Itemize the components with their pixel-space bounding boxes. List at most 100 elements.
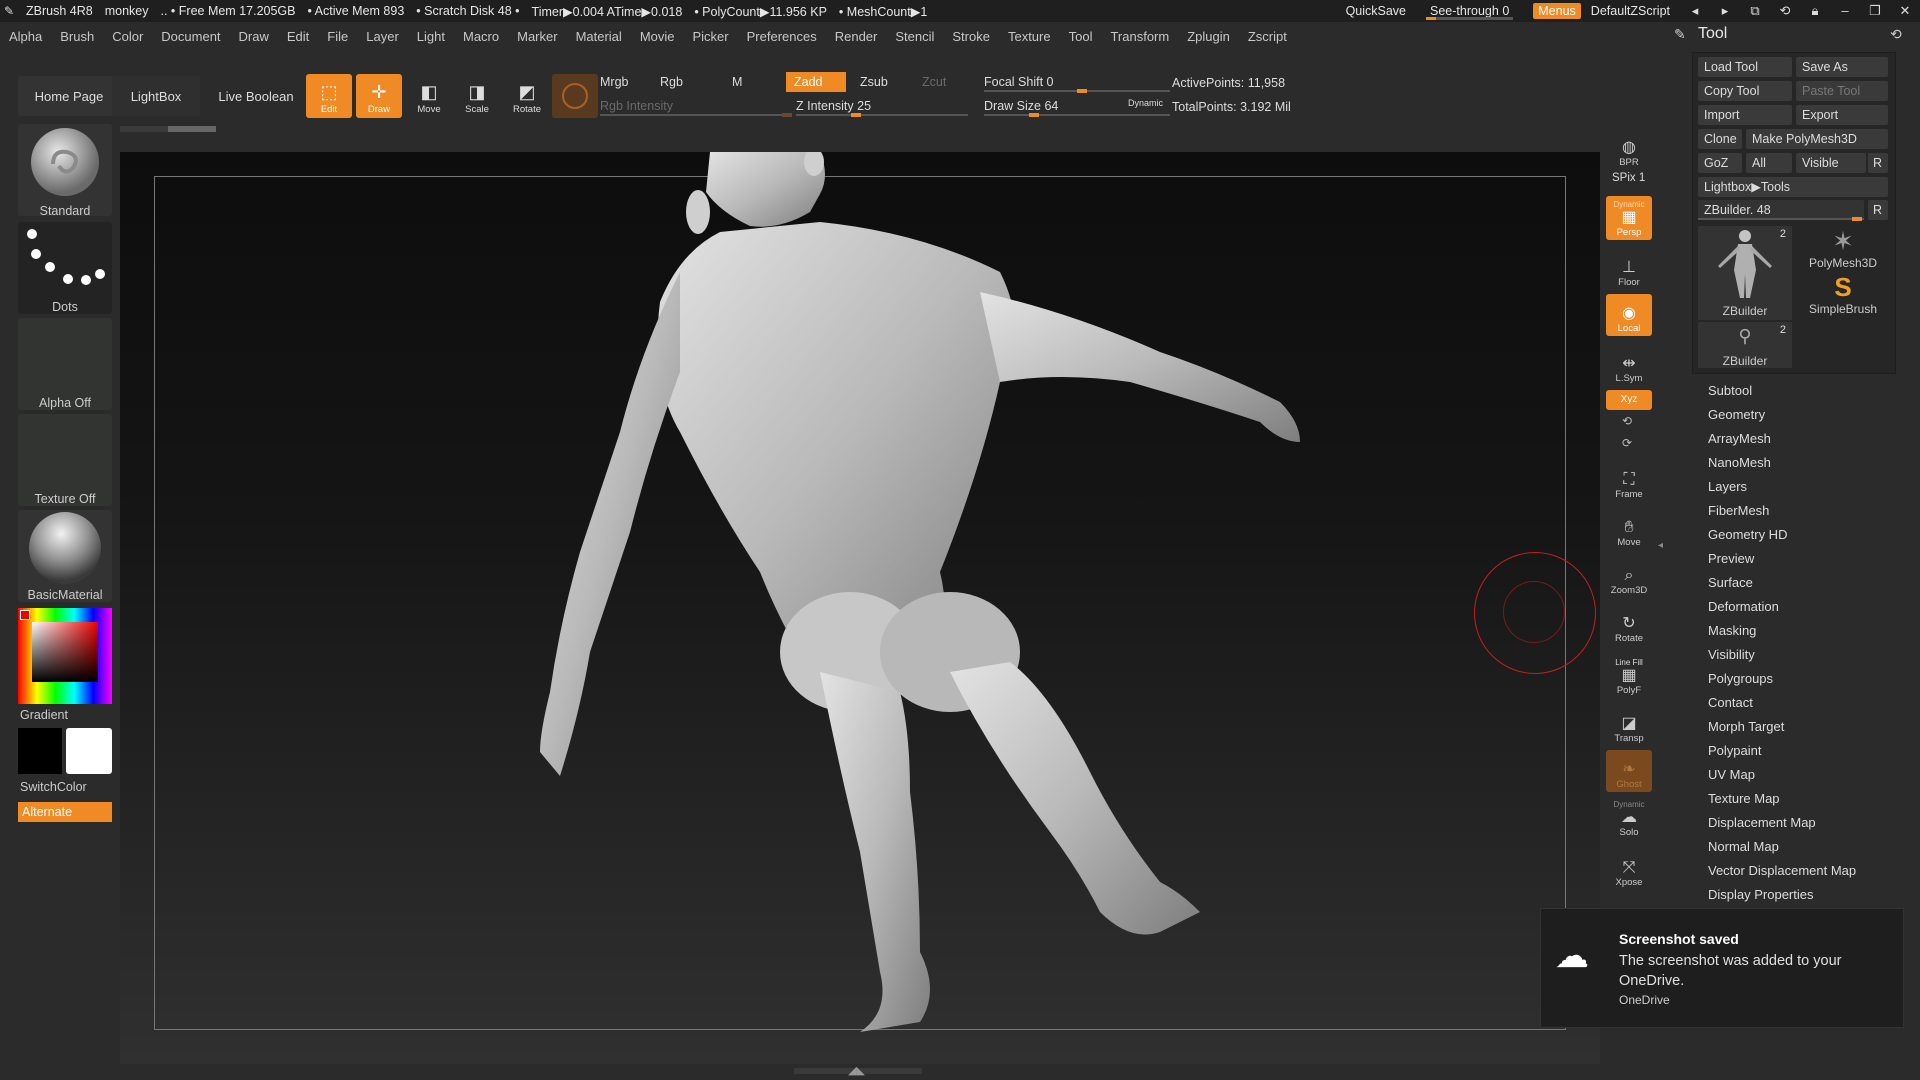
menu-color[interactable]: Color xyxy=(103,29,152,44)
menu-document[interactable]: Document xyxy=(152,29,229,44)
tool-section-masking[interactable]: Masking xyxy=(1708,619,1756,643)
menu-macro[interactable]: Macro xyxy=(454,29,508,44)
edit-mode-button[interactable]: ⬚ Edit xyxy=(306,74,352,118)
goz-all-button[interactable]: All xyxy=(1746,153,1792,173)
lock-icon[interactable]: 🔒︎ xyxy=(1808,4,1822,18)
goz-r-button[interactable]: R xyxy=(1868,153,1888,173)
dynamic-toggle[interactable]: Dynamic xyxy=(1128,98,1163,108)
bottom-tray-toggle-icon[interactable]: ◢◣ xyxy=(848,1064,865,1077)
collapse-right-icon[interactable]: ◂ xyxy=(1658,540,1663,551)
secondary-color-swatch[interactable] xyxy=(18,728,62,774)
zoom3d-button[interactable]: ⌕ Zoom3D xyxy=(1606,556,1652,598)
menu-edit[interactable]: Edit xyxy=(278,29,318,44)
load-tool-button[interactable]: Load Tool xyxy=(1698,57,1792,77)
tool-slider[interactable]: ZBuilder. 48 xyxy=(1698,200,1864,220)
transp-button[interactable]: ◪ Transp xyxy=(1606,704,1652,746)
menu-alpha[interactable]: Alpha xyxy=(0,29,51,44)
tool-section-vector-displacement-map[interactable]: Vector Displacement Map xyxy=(1708,859,1856,883)
z-rotate-icon[interactable]: ⟳ xyxy=(1622,436,1632,450)
home-page-button[interactable]: Home Page xyxy=(18,76,120,116)
menu-zscript[interactable]: Zscript xyxy=(1239,29,1296,44)
tool-section-fibermesh[interactable]: FiberMesh xyxy=(1708,499,1769,523)
material-preview-button[interactable] xyxy=(552,74,598,118)
tool-section-preview[interactable]: Preview xyxy=(1708,547,1754,571)
y-rotate-icon[interactable]: ⟲ xyxy=(1622,414,1632,428)
polyf-button[interactable]: Line Fill ▦ PolyF xyxy=(1606,652,1652,698)
menu-tool[interactable]: Tool xyxy=(1060,29,1102,44)
sculpt-model[interactable] xyxy=(120,152,1600,1064)
menu-texture[interactable]: Texture xyxy=(999,29,1060,44)
tool-section-geometry[interactable]: Geometry xyxy=(1708,403,1765,427)
menu-marker[interactable]: Marker xyxy=(508,29,566,44)
menu-material[interactable]: Material xyxy=(567,29,631,44)
menu-transform[interactable]: Transform xyxy=(1101,29,1178,44)
menu-stencil[interactable]: Stencil xyxy=(886,29,943,44)
layout-left-icon[interactable]: ◂ xyxy=(1688,4,1702,18)
menu-render[interactable]: Render xyxy=(826,29,887,44)
menu-file[interactable]: File xyxy=(318,29,357,44)
xpose-button[interactable]: ⤧ Xpose xyxy=(1606,848,1652,890)
tool-section-normal-map[interactable]: Normal Map xyxy=(1708,835,1779,859)
minimize-icon[interactable]: – xyxy=(1838,4,1852,18)
tool-section-subtool[interactable]: Subtool xyxy=(1708,379,1752,403)
onedrive-toast[interactable]: ☁︎ Screenshot saved The screenshot was a… xyxy=(1540,908,1904,1028)
bpr-button[interactable]: ◍ BPR xyxy=(1606,128,1652,170)
m-button[interactable]: M xyxy=(722,72,788,92)
copy-ui-icon[interactable]: ⧉ xyxy=(1748,4,1762,18)
default-zscript-button[interactable]: DefaultZScript xyxy=(1591,4,1670,18)
maximize-icon[interactable]: ❐ xyxy=(1868,4,1882,18)
restore-ui-icon[interactable]: ⟲ xyxy=(1778,4,1792,18)
menu-movie[interactable]: Movie xyxy=(631,29,684,44)
copy-tool-button[interactable]: Copy Tool xyxy=(1698,81,1792,101)
close-icon[interactable]: ✕ xyxy=(1898,4,1912,18)
persp-button[interactable]: Dynamic ▦ Persp xyxy=(1606,196,1652,240)
tool-thumb-simplebrush[interactable]: S SimpleBrush xyxy=(1796,272,1890,320)
tool-thumb-zbuilder[interactable]: 2 ZBuilder xyxy=(1698,226,1792,320)
local-button[interactable]: ◉ Local xyxy=(1606,294,1652,336)
brush-thumbnail[interactable] xyxy=(18,124,112,216)
rgb-button[interactable]: Rgb xyxy=(656,72,716,92)
tool-slider-r-button[interactable]: R xyxy=(1868,200,1888,220)
rotate-mode-button[interactable]: ◩ Rotate xyxy=(504,74,550,118)
tool-section-displacement-map[interactable]: Displacement Map xyxy=(1708,811,1816,835)
lightbox-button[interactable]: LightBox xyxy=(112,76,200,116)
draw-mode-button[interactable]: ✛ Draw xyxy=(356,74,402,118)
tool-section-layers[interactable]: Layers xyxy=(1708,475,1747,499)
menu-zplugin[interactable]: Zplugin xyxy=(1178,29,1239,44)
tool-section-polygroups[interactable]: Polygroups xyxy=(1708,667,1773,691)
tool-section-display-properties[interactable]: Display Properties xyxy=(1708,883,1814,907)
zcut-button[interactable]: Zcut xyxy=(910,72,970,92)
zadd-button[interactable]: Zadd xyxy=(786,72,846,92)
lsym-button[interactable]: ⇹ L.Sym xyxy=(1606,344,1652,386)
menu-draw[interactable]: Draw xyxy=(230,29,278,44)
lightbox-tools-button[interactable]: Lightbox▶Tools xyxy=(1698,177,1888,197)
save-as-button[interactable]: Save As xyxy=(1796,57,1888,77)
xyz-button[interactable]: Xyz xyxy=(1606,390,1652,410)
toolbar-scroll-thumb[interactable] xyxy=(168,126,216,132)
color-picker-square[interactable] xyxy=(32,622,98,682)
menu-brush[interactable]: Brush xyxy=(51,29,103,44)
live-boolean-button[interactable]: Live Boolean xyxy=(208,76,304,116)
tool-section-nanomesh[interactable]: NanoMesh xyxy=(1708,451,1771,475)
clone-button[interactable]: Clone xyxy=(1698,129,1742,149)
tool-section-arraymesh[interactable]: ArrayMesh xyxy=(1708,427,1771,451)
frame-button[interactable]: ⛶ Frame xyxy=(1606,460,1652,502)
switchcolor-button[interactable]: SwitchColor xyxy=(20,780,87,794)
tool-section-contact[interactable]: Contact xyxy=(1708,691,1753,715)
tool-section-polypaint[interactable]: Polypaint xyxy=(1708,739,1761,763)
menu-layer[interactable]: Layer xyxy=(357,29,408,44)
see-through-slider[interactable]: See-through 0 xyxy=(1426,4,1514,20)
menu-preferences[interactable]: Preferences xyxy=(738,29,826,44)
goz-button[interactable]: GoZ xyxy=(1698,153,1742,173)
tool-palette-reset-icon[interactable]: ⟲ xyxy=(1890,26,1902,43)
tool-palette-pin-icon[interactable]: ✎ xyxy=(1674,26,1686,43)
toolbar-scroll[interactable] xyxy=(120,126,216,132)
ghost-button[interactable]: ❧ Ghost xyxy=(1606,750,1652,792)
rotate-view-button[interactable]: ↻ Rotate xyxy=(1606,604,1652,646)
menu-light[interactable]: Light xyxy=(408,29,454,44)
tool-section-uv-map[interactable]: UV Map xyxy=(1708,763,1755,787)
focal-shift-slider[interactable]: Focal Shift 0 xyxy=(980,72,1170,92)
move-mode-button[interactable]: ◧ Move xyxy=(406,74,452,118)
tool-thumb-zbuilder-2[interactable]: ⚲ 2 ZBuilder xyxy=(1698,322,1792,368)
alternate-button[interactable]: Alternate xyxy=(18,802,112,822)
